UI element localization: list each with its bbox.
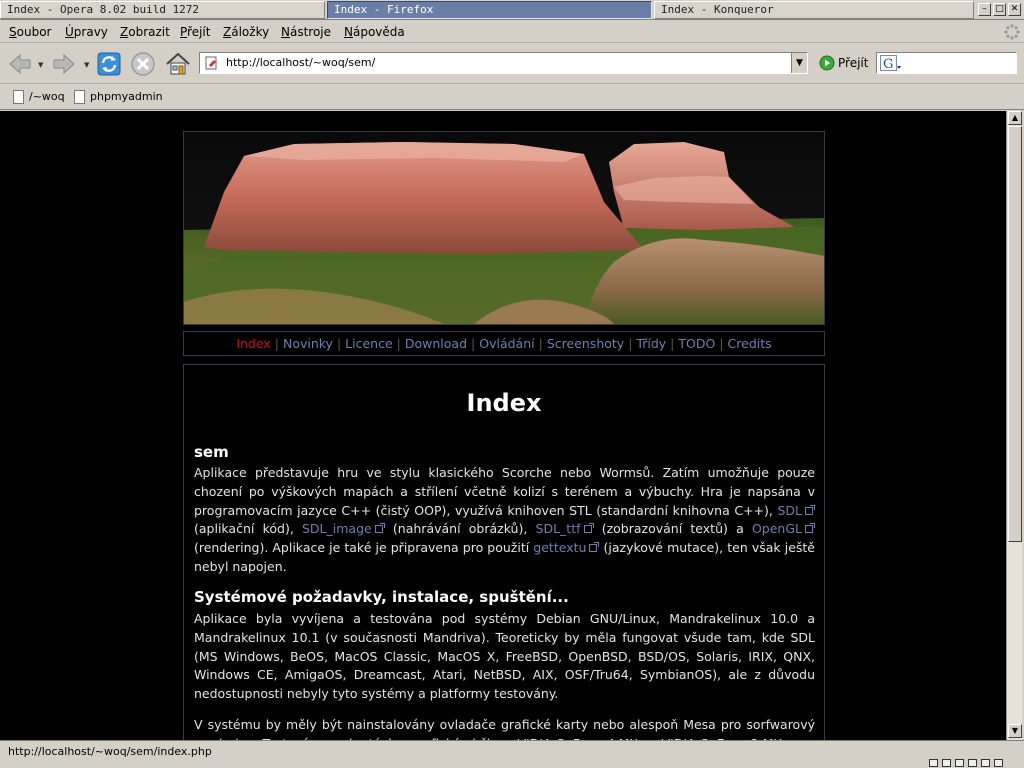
section-heading-requirements: Systémové požadavky, instalace, spuštění… xyxy=(194,588,569,606)
nav-link-download[interactable]: Download xyxy=(405,336,467,351)
nav-link-licence[interactable]: Licence xyxy=(345,336,393,351)
menu-napoveda[interactable]: Nápověda xyxy=(344,25,405,39)
url-history-dropdown-icon[interactable]: ▼ xyxy=(791,53,807,73)
menu-zobrazit-label: obrazit xyxy=(128,25,170,39)
menu-soubor[interactable]: Soubor xyxy=(9,25,51,39)
link-sdl-ttf[interactable]: SDL_ttf xyxy=(536,521,581,536)
terrain-banner-image xyxy=(183,131,825,325)
link-sdl-image[interactable]: SDL_image xyxy=(302,521,372,536)
nav-link-ovladani[interactable]: Ovládání xyxy=(479,336,534,351)
menu-zalozky[interactable]: Záložky xyxy=(223,25,269,39)
go-button-label: Přejít xyxy=(838,56,869,70)
menu-prejit[interactable]: Přejít xyxy=(180,25,210,39)
menu-upravy[interactable]: Úpravy xyxy=(65,25,108,39)
back-arrow-icon[interactable] xyxy=(6,50,34,78)
reload-icon[interactable] xyxy=(95,50,123,78)
menu-napoveda-accel: N xyxy=(344,25,353,39)
link-opengl[interactable]: OpenGL xyxy=(752,521,802,536)
url-bar[interactable]: http://localhost/~woq/sem/ ▼ xyxy=(199,52,808,74)
menu-upravy-label: pravy xyxy=(73,25,108,39)
page-title: Index xyxy=(466,389,542,417)
bookmark-woq-label: /~woq xyxy=(29,90,65,103)
external-link-icon xyxy=(589,542,600,553)
google-search-engine-icon[interactable]: G xyxy=(880,55,902,72)
go-button[interactable]: Přejít xyxy=(818,54,868,72)
nav-link-tridy[interactable]: Třídy xyxy=(636,336,666,351)
nav-link-todo[interactable]: TODO xyxy=(678,336,715,351)
search-box[interactable]: G xyxy=(876,52,1017,74)
external-link-icon xyxy=(583,523,594,534)
menu-zobrazit-accel: Z xyxy=(120,25,129,39)
forward-history-dropdown-icon[interactable]: ▼ xyxy=(84,61,89,69)
scroll-up-arrow-icon[interactable]: ▲ xyxy=(1008,111,1022,125)
section-text-requirements: Aplikace byla vyvíjena a testována pod s… xyxy=(194,611,815,702)
status-window-icon xyxy=(994,759,1003,767)
go-arrow-icon xyxy=(819,55,835,71)
nav-link-credits[interactable]: Credits xyxy=(728,336,772,351)
page-viewport[interactable]: Index | Novinky | Licence | Download | Ovládání |… xyxy=(0,111,1006,740)
external-link-icon xyxy=(804,523,815,534)
site-navigation: Index | Novinky | Licence | Download | Ovládání |… xyxy=(183,331,825,356)
menu-zalozky-label: áložky xyxy=(231,25,270,39)
stop-icon[interactable] xyxy=(129,50,157,78)
link-gettext[interactable]: gettextu xyxy=(533,540,586,555)
forward-arrow-icon[interactable] xyxy=(50,50,78,78)
main-content: Index sem Aplikace představuje hru ve st… xyxy=(183,364,825,740)
status-window-icon xyxy=(955,759,964,767)
section-text-drivers: V systému by měly být nainstalovány ovla… xyxy=(194,717,815,740)
menu-prejit-accel: P xyxy=(180,25,188,39)
url-text[interactable]: http://localhost/~woq/sem/ xyxy=(226,56,375,69)
bookmark-page-icon xyxy=(13,90,24,104)
menubar: Soubor Úpravy Zobrazit Přejít Záložky Ná… xyxy=(0,21,1024,43)
task-konqueror[interactable]: Index - Konqueror xyxy=(654,1,974,19)
nav-link-index[interactable]: Index xyxy=(236,336,270,351)
menu-nastroje-label: ástroje xyxy=(289,25,332,39)
nav-link-screenshoty[interactable]: Screenshoty xyxy=(547,336,624,351)
vertical-scrollbar[interactable]: ▲ ▼ xyxy=(1006,111,1022,740)
task-firefox[interactable]: Index - Firefox xyxy=(327,1,652,19)
section-heading-sem: sem xyxy=(194,443,229,461)
svg-text:G: G xyxy=(883,57,893,72)
back-history-dropdown-icon[interactable]: ▼ xyxy=(38,61,43,69)
menu-zalozky-accel: Z xyxy=(223,25,232,39)
maximize-button[interactable]: □ xyxy=(993,3,1006,16)
menu-soubor-accel: S xyxy=(9,25,17,39)
close-button[interactable]: ✕ xyxy=(1008,3,1021,16)
scroll-down-arrow-icon[interactable]: ▼ xyxy=(1008,724,1022,738)
link-sdl[interactable]: SDL xyxy=(777,503,802,518)
bookmarks-toolbar: /~woq phpmyadmin xyxy=(0,85,1024,110)
scrollbar-thumb[interactable] xyxy=(1008,126,1022,542)
menu-soubor-label: oubor xyxy=(16,25,52,39)
external-link-icon xyxy=(805,504,815,515)
menu-upravy-accel: Ú xyxy=(65,25,74,39)
task-opera[interactable]: Index - Opera 8.02 build 1272 xyxy=(0,1,325,19)
bookmark-page-icon xyxy=(74,90,85,104)
status-bar: http://localhost/~woq/sem/index.php xyxy=(0,740,1024,768)
status-window-icon xyxy=(929,759,938,767)
status-text: http://localhost/~woq/sem/index.php xyxy=(8,745,212,758)
status-window-icon xyxy=(968,759,977,767)
bookmark-phpmyadmin-label: phpmyadmin xyxy=(90,90,163,103)
bookmark-phpmyadmin[interactable]: phpmyadmin xyxy=(74,90,163,104)
throbber-icon xyxy=(1004,24,1020,40)
menu-zobrazit[interactable]: Zobrazit xyxy=(120,25,170,39)
menu-nastroje-accel: N xyxy=(281,25,290,39)
status-window-icon xyxy=(981,759,990,767)
menu-nastroje[interactable]: Nástroje xyxy=(281,25,331,39)
bookmark-woq[interactable]: /~woq xyxy=(13,90,65,104)
section-text-sem: Aplikace představuje hru ve stylu klasic… xyxy=(194,465,815,574)
status-window-icon xyxy=(942,759,951,767)
menu-napoveda-label: ápověda xyxy=(352,25,405,39)
minimize-button[interactable]: – xyxy=(978,3,991,16)
external-link-icon xyxy=(374,523,385,534)
nav-link-novinky[interactable]: Novinky xyxy=(283,336,333,351)
home-icon[interactable] xyxy=(164,50,192,78)
page-favicon-icon xyxy=(205,56,217,70)
window-taskbar: Index - Opera 8.02 build 1272 Index - Fi… xyxy=(0,0,1024,20)
menu-prejit-label: řejít xyxy=(187,25,211,39)
